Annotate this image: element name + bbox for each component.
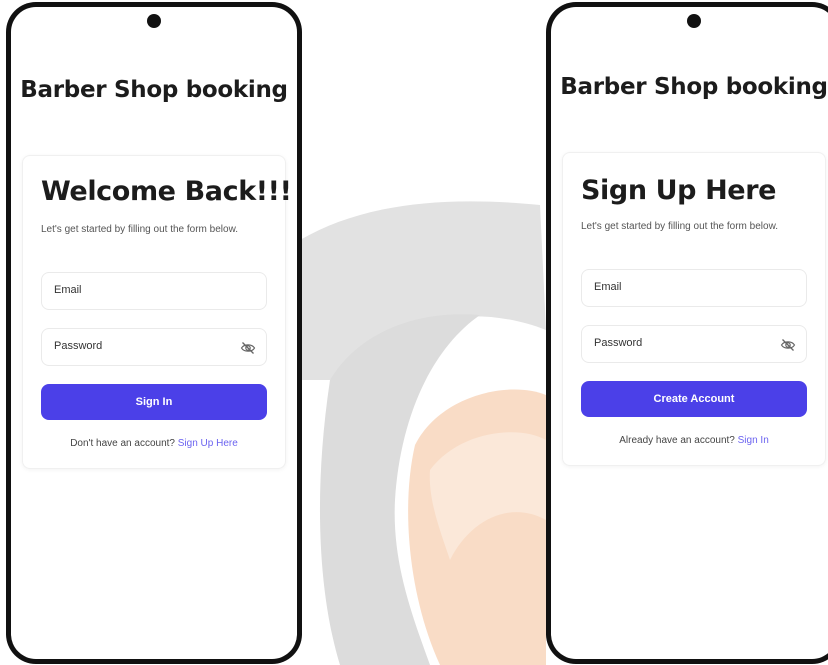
signin-card: Welcome Back!!! Let's get started by fil… xyxy=(22,155,292,469)
password-placeholder: Password xyxy=(594,337,643,349)
email-field[interactable]: Email xyxy=(581,269,807,307)
eye-off-icon[interactable] xyxy=(780,337,796,353)
email-placeholder: Email xyxy=(54,284,82,296)
sign-in-link[interactable]: Sign In xyxy=(738,435,769,446)
password-field[interactable]: Password xyxy=(581,325,807,363)
signin-prompt: Already have an account? Sign In xyxy=(563,435,825,446)
sign-in-button[interactable]: Sign In xyxy=(41,384,267,420)
signin-screen: Barber Shop booking Welcome Back!!! Let'… xyxy=(11,7,297,659)
app-title: Barber Shop booking xyxy=(20,77,288,103)
signup-card: Sign Up Here Let's get started by fillin… xyxy=(562,152,826,466)
card-subtitle: Let's get started by filling out the for… xyxy=(41,224,239,235)
email-placeholder: Email xyxy=(594,281,622,293)
sign-up-link[interactable]: Sign Up Here xyxy=(178,438,238,449)
create-account-button[interactable]: Create Account xyxy=(581,381,807,417)
card-title: Sign Up Here xyxy=(581,175,777,206)
card-title: Welcome Back!!! xyxy=(41,176,292,207)
camera-notch xyxy=(147,14,161,28)
email-field[interactable]: Email xyxy=(41,272,267,310)
password-placeholder: Password xyxy=(54,340,103,352)
camera-notch xyxy=(687,14,701,28)
signin-prompt-text: Already have an account? xyxy=(619,435,735,446)
signup-screen: Barber Shop booking Sign Up Here Let's g… xyxy=(551,7,828,659)
password-field[interactable]: Password xyxy=(41,328,267,366)
phone-frame-signup: Barber Shop booking Sign Up Here Let's g… xyxy=(546,2,828,664)
app-title: Barber Shop booking xyxy=(560,74,828,100)
signup-prompt: Don't have an account? Sign Up Here xyxy=(23,438,285,449)
signup-prompt-text: Don't have an account? xyxy=(70,438,175,449)
eye-off-icon[interactable] xyxy=(240,340,256,356)
card-subtitle: Let's get started by filling out the for… xyxy=(581,221,779,232)
phone-frame-signin: Barber Shop booking Welcome Back!!! Let'… xyxy=(6,2,302,664)
